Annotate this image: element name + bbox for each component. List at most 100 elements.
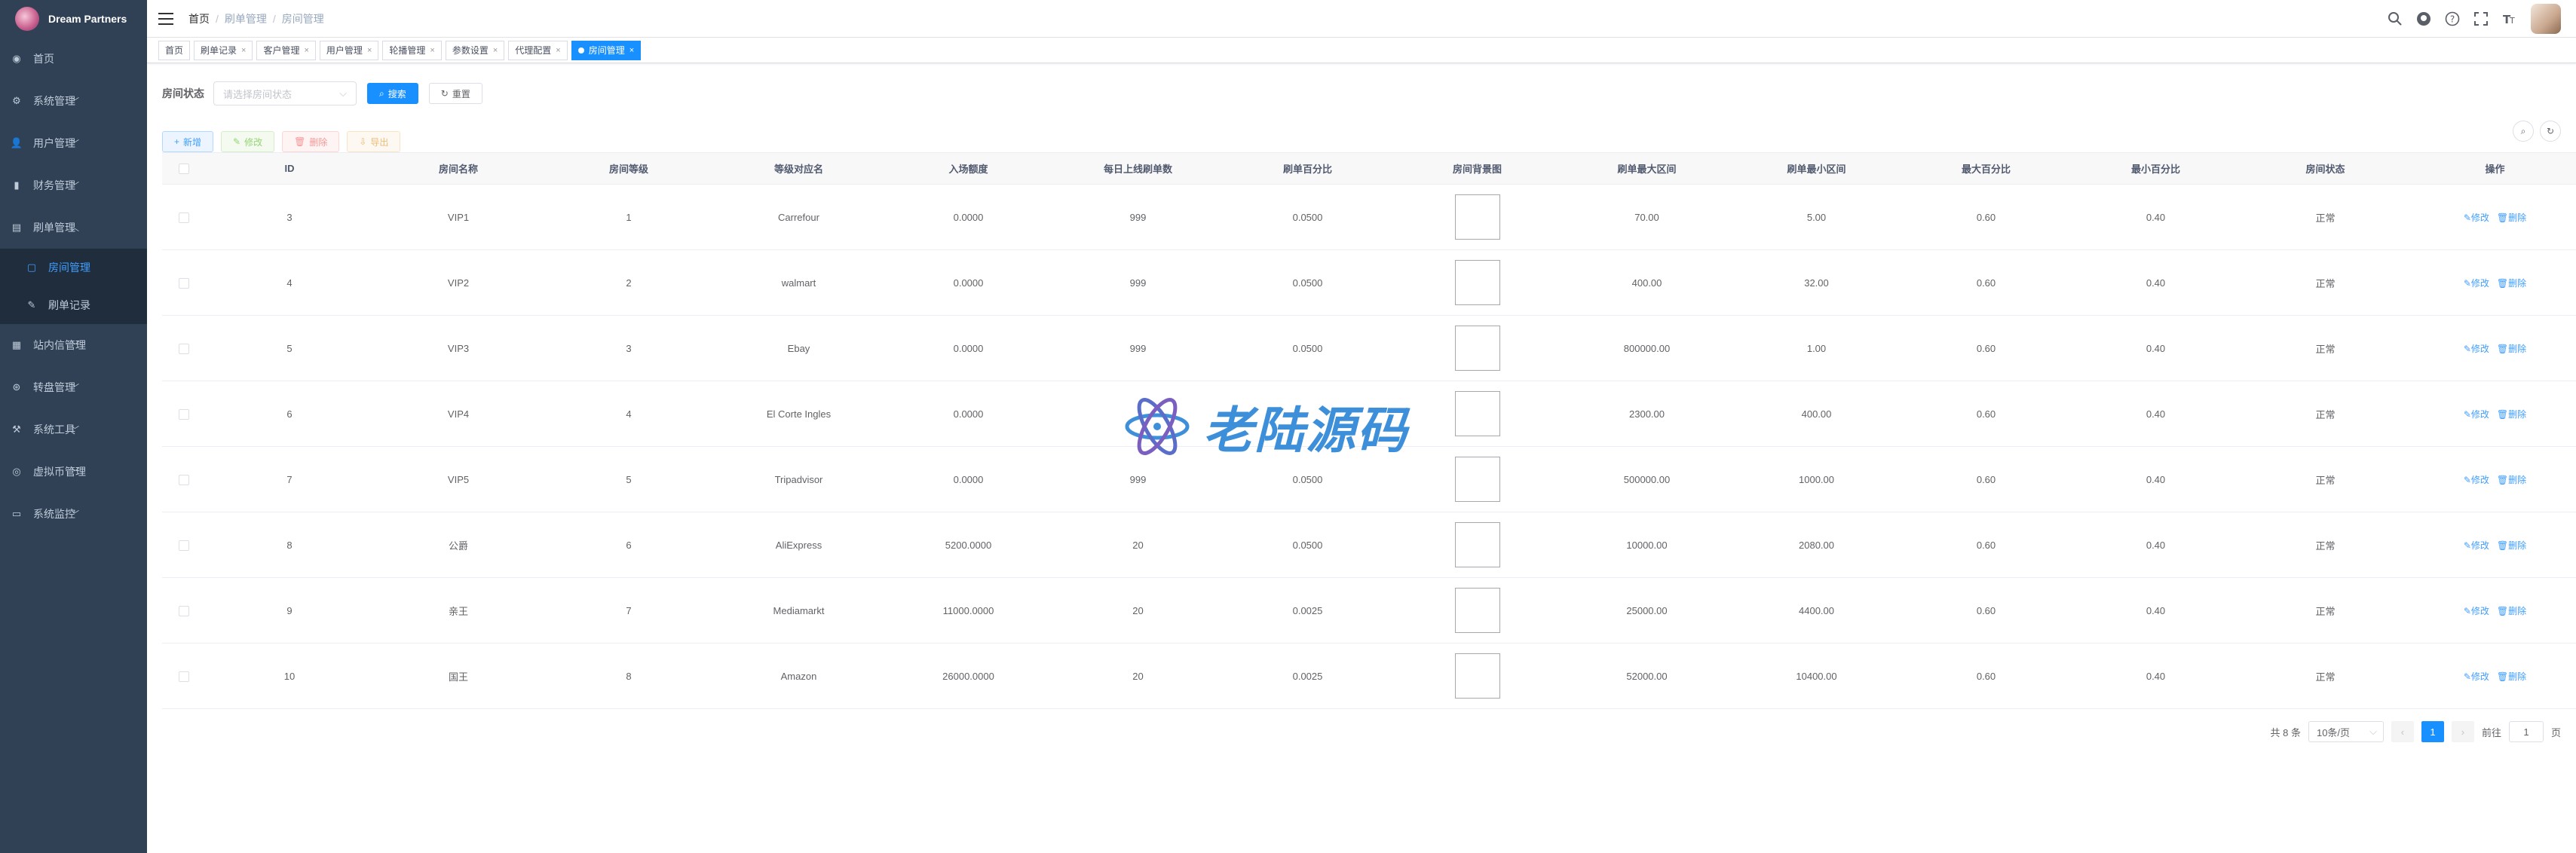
row-edit-button[interactable]: ✎修改 (2464, 606, 2489, 616)
row-checkbox[interactable] (179, 277, 189, 289)
reset-button[interactable]: ↻ 重置 (428, 83, 482, 104)
logo[interactable]: Dream Partners (0, 0, 147, 38)
row-edit-button[interactable]: ✎修改 (2464, 212, 2489, 223)
close-icon[interactable]: × (493, 46, 498, 55)
edit-button[interactable]: ✎ 修改 (221, 131, 275, 152)
question-icon[interactable]: ? (2445, 11, 2460, 26)
github-icon[interactable] (2416, 11, 2431, 26)
room-background-cell (1392, 653, 1562, 699)
row-checkbox[interactable] (179, 408, 189, 420)
row-checkbox[interactable] (179, 474, 189, 485)
row-delete-button[interactable]: 🗑删除 (2497, 606, 2526, 616)
sidebar-item-label: 系统工具 (33, 423, 75, 436)
next-page-button[interactable]: › (2451, 721, 2474, 742)
row-checkbox[interactable] (179, 671, 189, 682)
cell-id: 3 (286, 211, 293, 223)
goto-page-input[interactable]: 1 (2508, 721, 2544, 742)
row-edit-button[interactable]: ✎修改 (2464, 540, 2489, 551)
sidebar-item[interactable]: ▭ 系统监控 ﹀ (0, 493, 147, 535)
delete-button[interactable]: 🗑 删除 (282, 131, 340, 152)
close-icon[interactable]: × (629, 46, 634, 55)
chevron-down-icon: ﹀ (71, 510, 79, 519)
close-icon[interactable]: × (556, 46, 560, 55)
row-edit-button[interactable]: ✎修改 (2464, 409, 2489, 420)
cell-name: 公爵 (448, 540, 468, 552)
cell-id: 5 (286, 342, 293, 354)
prev-page-button[interactable]: ‹ (2391, 721, 2414, 742)
tag-item[interactable]: 参数设置 × (445, 40, 505, 60)
select-all-checkbox[interactable] (179, 164, 189, 175)
bar-chart-icon: ▮ (14, 179, 20, 191)
row-edit-button[interactable]: ✎修改 (2464, 344, 2489, 354)
row-edit-label: 修改 (2470, 671, 2489, 682)
toggle-search-button[interactable]: ⌕ (2513, 121, 2534, 142)
tag-item[interactable]: 代理配置 × (508, 40, 568, 60)
close-icon[interactable]: × (304, 46, 308, 55)
row-delete-button[interactable]: 🗑删除 (2497, 475, 2526, 485)
monitor-icon: ▭ (11, 508, 22, 519)
tag-item[interactable]: 刷单记录 × (194, 40, 253, 60)
row-edit-button[interactable]: ✎修改 (2464, 475, 2489, 485)
row-checkbox[interactable] (179, 605, 189, 616)
sidebar-item[interactable]: ⚒ 系统工具 ﹀ (0, 408, 147, 451)
sidebar-item[interactable]: ▮ 财务管理 ﹀ (0, 164, 147, 206)
row-checkbox[interactable] (179, 212, 189, 223)
sidebar-item[interactable]: ▤ 刷单管理 ︿ (0, 206, 147, 249)
row-delete-button[interactable]: 🗑删除 (2497, 344, 2526, 354)
tag-item[interactable]: 用户管理 × (319, 40, 379, 60)
avatar[interactable] (2531, 4, 2561, 34)
fullscreen-icon[interactable] (2473, 11, 2489, 26)
sidebar-item[interactable]: 👤 用户管理 ﹀ (0, 122, 147, 164)
table-header: ID 房间名称 房间等级 等级对应名 入场额度 每日上线刷单数 刷单百分比 房间背景图 刷单最大… (162, 153, 2576, 185)
cell-daily: 999 (1129, 342, 1147, 354)
room-background-image (1454, 522, 1500, 567)
tag-item[interactable]: 房间管理 × (571, 40, 642, 60)
search-button[interactable]: ⌕ 搜索 (367, 83, 418, 104)
row-delete-button[interactable]: 🗑删除 (2497, 278, 2526, 289)
sidebar-item[interactable]: ⚙ 系统管理 ﹀ (0, 80, 147, 122)
page-number-current[interactable]: 1 (2421, 721, 2444, 742)
breadcrumb-parent[interactable]: 刷单管理 (225, 11, 267, 26)
row-delete-button[interactable]: 🗑删除 (2497, 540, 2526, 551)
sidebar-item[interactable]: ⊛ 转盘管理 ﹀ (0, 366, 147, 408)
hamburger-icon[interactable] (158, 12, 173, 25)
refresh-button[interactable]: ↻ (2540, 121, 2561, 142)
room-status-select[interactable]: 请选择房间状态 ⌵ (213, 81, 357, 105)
cell-max-range: 2300.00 (1629, 408, 1665, 420)
tag-item[interactable]: 首页 (158, 40, 191, 60)
cell-max-pct: 0.60 (1976, 539, 1996, 551)
page-size-select[interactable]: 10条/页 ⌵ (2308, 721, 2384, 742)
row-delete-label: 删除 (2508, 671, 2527, 682)
search-icon[interactable] (2388, 11, 2403, 26)
row-edit-button[interactable]: ✎修改 (2464, 278, 2489, 289)
close-icon[interactable]: × (367, 46, 372, 55)
sidebar-item[interactable]: ▦ 站内信管理 ﹀ (0, 324, 147, 366)
row-actions: ✎修改 🗑删除 (2410, 408, 2576, 420)
row-delete-button[interactable]: 🗑删除 (2497, 671, 2526, 682)
tag-item[interactable]: 客户管理 × (256, 40, 316, 60)
export-button[interactable]: ⇩ 导出 (347, 131, 401, 152)
cell-percent: 0.0500 (1292, 277, 1323, 289)
breadcrumb-home[interactable]: 首页 (188, 11, 210, 26)
sidebar-item[interactable]: ◎ 虚拟币管理 ﹀ (0, 451, 147, 493)
cell-max-range: 25000.00 (1626, 604, 1668, 616)
close-icon[interactable]: × (241, 46, 246, 55)
room-background-image (1454, 653, 1500, 699)
row-delete-button[interactable]: 🗑删除 (2497, 212, 2526, 223)
font-size-icon[interactable]: TT (2502, 11, 2517, 26)
cell-level: 1 (626, 211, 632, 223)
cell-entry: 11000.0000 (942, 604, 994, 616)
row-delete-label: 删除 (2508, 408, 2527, 420)
sidebar-subitem[interactable]: ▢ 房间管理 (0, 249, 147, 286)
sidebar-subitem[interactable]: ✎ 刷单记录 (0, 286, 147, 324)
sidebar-item[interactable]: ◉ 首页 (0, 38, 147, 80)
close-icon[interactable]: × (430, 46, 434, 55)
cell-level: 8 (626, 670, 632, 682)
row-delete-button[interactable]: 🗑删除 (2497, 409, 2526, 420)
room-background-image (1454, 588, 1500, 633)
row-checkbox[interactable] (179, 343, 189, 354)
row-checkbox[interactable] (179, 540, 189, 551)
tag-item[interactable]: 轮播管理 × (382, 40, 442, 60)
add-button[interactable]: + 新增 (162, 131, 214, 152)
row-edit-button[interactable]: ✎修改 (2464, 671, 2489, 682)
